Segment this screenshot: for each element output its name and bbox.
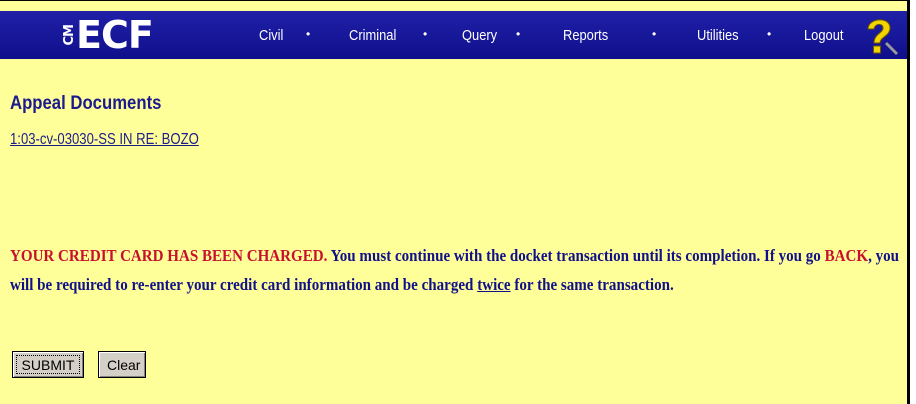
case-number-link[interactable]: 1:03-cv-03030-SS IN RE: BOZO [10, 131, 199, 149]
twice-link[interactable]: twice [477, 275, 510, 294]
top-navbar: CM ECF Civil • Criminal • Query • Report… [0, 11, 907, 59]
nav-separator: • [423, 27, 428, 41]
nav-item-utilities[interactable]: Utilities [697, 27, 739, 44]
nav-separator: • [652, 27, 657, 41]
question-mark-icon[interactable] [858, 13, 902, 57]
back-keyword: BACK [824, 246, 869, 265]
clear-button[interactable]: Clear [98, 351, 146, 378]
page-frame: CM ECF Civil • Criminal • Query • Report… [0, 0, 910, 404]
logo-prefix: CM [62, 24, 77, 46]
nav-item-civil[interactable]: Civil [259, 27, 283, 44]
nav-item-reports[interactable]: Reports [563, 27, 608, 44]
nav-separator: • [306, 27, 311, 41]
submit-button[interactable]: SUBMIT [12, 351, 84, 378]
nav-item-query[interactable]: Query [462, 27, 497, 44]
cmecf-logo[interactable]: CM ECF [62, 13, 154, 57]
nav-item-criminal[interactable]: Criminal [349, 27, 396, 44]
nav-item-logout[interactable]: Logout [804, 27, 843, 44]
warning-text: for the same transaction. [510, 275, 674, 294]
logo-text: ECF [76, 13, 154, 57]
nav-separator: • [516, 27, 521, 41]
page-title: Appeal Documents [10, 93, 162, 114]
credit-card-warning: YOUR CREDIT CARD HAS BEEN CHARGED. You m… [10, 241, 913, 299]
warning-text: You must continue with the docket transa… [327, 246, 825, 265]
charged-notice: YOUR CREDIT CARD HAS BEEN CHARGED. [10, 246, 328, 265]
nav-separator: • [767, 27, 772, 41]
